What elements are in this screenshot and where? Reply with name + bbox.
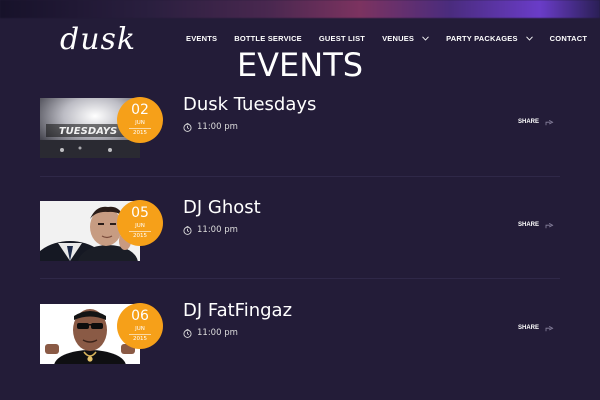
nav-item-bottle-service[interactable]: BOTTLE SERVICE: [234, 34, 302, 43]
date-day: 05: [131, 205, 149, 221]
event-title[interactable]: Dusk Tuesdays: [183, 94, 316, 115]
date-badge[interactable]: 02 JUN 2015: [117, 97, 163, 143]
nav-item-events[interactable]: EVENTS: [186, 34, 217, 43]
date-year: 2015: [133, 233, 147, 239]
page-title: EVENTS: [236, 46, 364, 84]
date-month: JUN: [135, 120, 145, 126]
chevron-down-icon: [422, 34, 429, 43]
thumbnail-caption: TUESDAYS: [59, 126, 117, 137]
share-button[interactable]: SHARE: [518, 118, 554, 126]
clock-icon: [183, 122, 192, 132]
date-year: 2015: [133, 336, 147, 342]
date-badge[interactable]: 05 JUN 2015: [117, 200, 163, 246]
share-button[interactable]: SHARE: [518, 324, 554, 332]
share-icon: [545, 326, 554, 332]
date-divider: [129, 128, 151, 129]
clock-icon: [183, 225, 192, 235]
date-badge[interactable]: 06 JUN 2015: [117, 303, 163, 349]
event-time: 11:00 pm: [183, 327, 238, 339]
date-day: 02: [131, 102, 149, 118]
date-day: 06: [131, 308, 149, 324]
event-item: TUESDAYS 02 JUN 2015 Dusk Tuesdays 11:00…: [40, 94, 560, 160]
main-nav: EVENTS BOTTLE SERVICE GUEST LIST VENUES …: [186, 31, 587, 45]
event-title[interactable]: DJ Ghost: [183, 197, 261, 218]
clock-icon: [183, 328, 192, 338]
event-time: 11:00 pm: [183, 224, 238, 236]
event-item: 05 JUN 2015 DJ Ghost 11:00 pm SHARE: [40, 197, 560, 263]
date-month: JUN: [135, 326, 145, 332]
event-item: 06 JUN 2015 DJ FatFingaz 11:00 pm SHARE: [40, 300, 560, 366]
share-button[interactable]: SHARE: [518, 221, 554, 229]
event-time: 11:00 pm: [183, 121, 238, 133]
date-divider: [129, 334, 151, 335]
nav-item-contact[interactable]: CONTACT: [550, 34, 588, 43]
date-month: JUN: [135, 223, 145, 229]
chevron-down-icon: [525, 34, 533, 43]
nav-item-guest-list[interactable]: GUEST LIST: [319, 34, 365, 43]
date-year: 2015: [133, 130, 147, 136]
date-divider: [129, 231, 151, 232]
nav-item-venues[interactable]: VENUES: [382, 34, 429, 43]
event-title[interactable]: DJ FatFingaz: [183, 300, 292, 321]
nav-item-party-packages[interactable]: PARTY PACKAGES: [446, 34, 533, 43]
event-divider: [40, 176, 560, 177]
event-divider: [40, 278, 560, 279]
top-ambient-banner: [0, 0, 600, 18]
share-icon: [545, 120, 554, 126]
share-icon: [545, 223, 554, 229]
